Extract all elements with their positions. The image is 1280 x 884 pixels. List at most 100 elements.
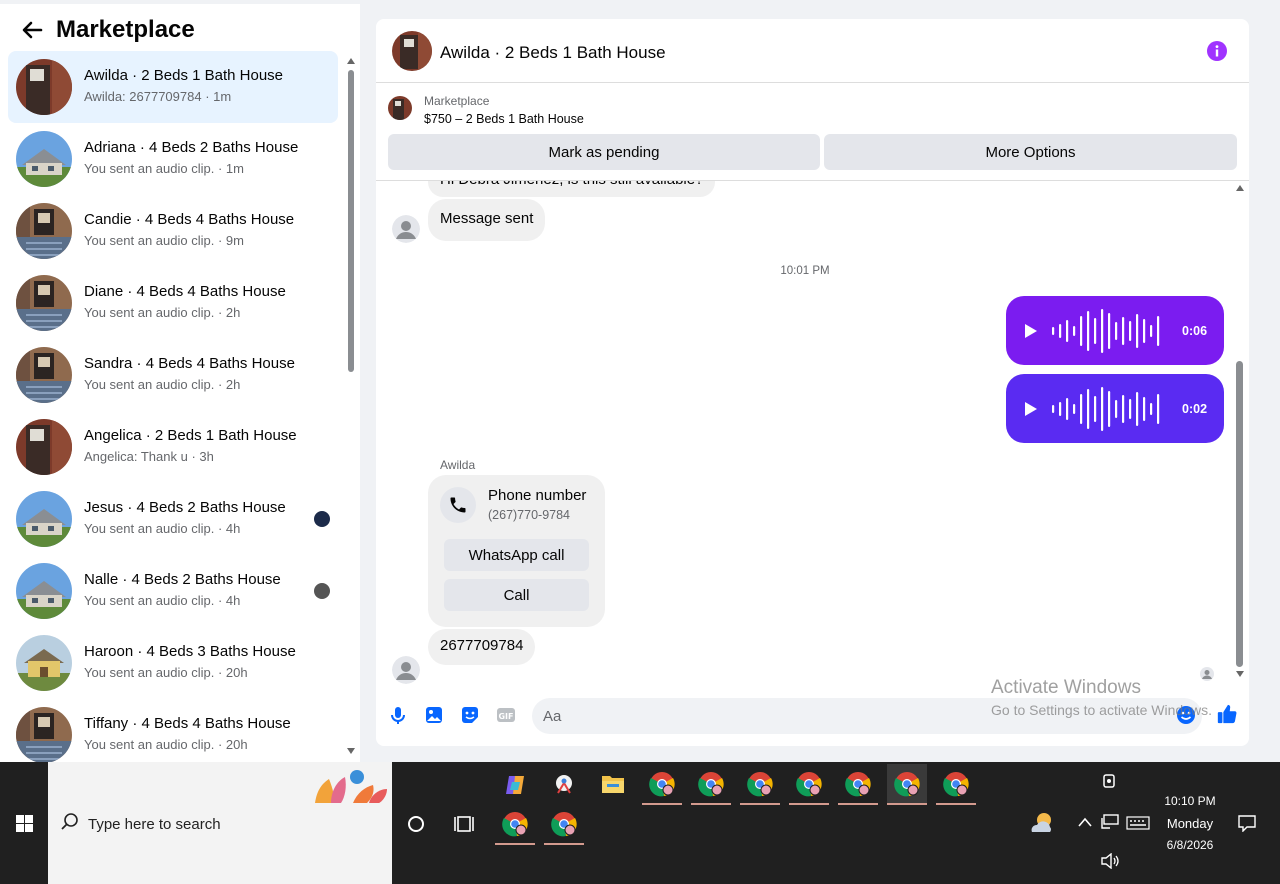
waveform-bar bbox=[1052, 327, 1055, 335]
chat-title[interactable]: Awilda · 2 Beds 1 Bath House bbox=[440, 43, 666, 63]
conversation-panel: Marketplace Awilda · 2 Beds 1 Bath House… bbox=[0, 4, 360, 762]
conversation-item[interactable]: Adriana · 4 Beds 2 Baths House You sent … bbox=[8, 123, 338, 195]
waveform-bar bbox=[1108, 313, 1111, 349]
volume-icon[interactable] bbox=[1100, 853, 1120, 869]
clock-day[interactable]: Monday bbox=[1160, 816, 1220, 831]
listing-thumbnail[interactable] bbox=[388, 96, 412, 120]
copilot-icon[interactable] bbox=[495, 764, 535, 804]
windows-taskbar: Type here to search 10:10 PM Monday 6/8/… bbox=[0, 762, 1280, 884]
waveform-bar bbox=[1101, 309, 1104, 353]
chrome-window-icon[interactable] bbox=[691, 764, 731, 805]
listing-title[interactable]: $750 – 2 Beds 1 Bath House bbox=[424, 112, 584, 126]
message-scrollbar[interactable] bbox=[1233, 181, 1249, 684]
chrome-window-icon[interactable] bbox=[936, 764, 976, 805]
chrome-window-icon[interactable] bbox=[740, 764, 780, 805]
mark-as-pending-button[interactable]: Mark as pending bbox=[388, 134, 820, 170]
weather-icon[interactable] bbox=[1028, 810, 1056, 836]
scrollbar-thumb[interactable] bbox=[1236, 361, 1243, 667]
play-icon[interactable] bbox=[1024, 324, 1038, 338]
conversation-item[interactable]: Angelica · 2 Beds 1 Bath House Angelica:… bbox=[8, 411, 338, 483]
sticker-icon[interactable] bbox=[460, 705, 480, 725]
chrome-window-icon[interactable] bbox=[789, 764, 829, 805]
meet-now-icon[interactable] bbox=[1101, 772, 1119, 790]
chrome-window-icon[interactable] bbox=[544, 804, 584, 845]
conversation-preview: Angelica: Thank u · 3h bbox=[84, 449, 214, 464]
more-options-button[interactable]: More Options bbox=[824, 134, 1237, 170]
waveform-bar bbox=[1136, 314, 1139, 348]
conversation-item[interactable]: Tiffany · 4 Beds 4 Baths House You sent … bbox=[8, 699, 338, 762]
waveform-bar bbox=[1129, 399, 1132, 419]
conversation-name: Candie · 4 Beds 4 Baths House bbox=[84, 211, 295, 228]
clock-time[interactable]: 10:10 PM bbox=[1160, 794, 1220, 808]
conversation-name: Adriana · 4 Beds 2 Baths House bbox=[84, 139, 299, 156]
timestamp-separator: 10:01 PM bbox=[780, 265, 830, 277]
waveform-bar bbox=[1108, 391, 1111, 427]
scroll-up-icon[interactable] bbox=[1236, 185, 1244, 191]
conversation-thumbnail bbox=[16, 347, 72, 403]
waveform-bar bbox=[1101, 387, 1104, 431]
conversation-item[interactable]: Awilda · 2 Beds 1 Bath House Awilda: 267… bbox=[8, 51, 338, 123]
scroll-up-icon[interactable] bbox=[347, 58, 355, 64]
conversation-name: Haroon · 4 Beds 3 Baths House bbox=[84, 643, 296, 660]
waveform-bar bbox=[1059, 324, 1062, 338]
chat-avatar[interactable] bbox=[392, 31, 432, 71]
waveform-bar bbox=[1087, 389, 1090, 429]
conversation-scrollbar[interactable] bbox=[346, 54, 356, 758]
chrome-window-icon[interactable] bbox=[495, 804, 535, 845]
sender-avatar[interactable] bbox=[392, 656, 420, 684]
taskbar-search[interactable]: Type here to search bbox=[48, 762, 392, 884]
conversation-thumbnail bbox=[16, 275, 72, 331]
snipping-tool-icon[interactable] bbox=[544, 764, 584, 804]
audio-message[interactable]: 0:06 bbox=[1006, 296, 1224, 365]
conversation-preview: You sent an audio clip. · 2h bbox=[84, 377, 241, 392]
sender-avatar[interactable] bbox=[392, 215, 420, 243]
waveform-bar bbox=[1059, 402, 1062, 416]
clock-date[interactable]: 6/8/2026 bbox=[1160, 838, 1220, 852]
keyboard-icon[interactable] bbox=[1126, 816, 1150, 830]
start-button[interactable] bbox=[0, 762, 48, 884]
chrome-window-icon[interactable] bbox=[887, 764, 927, 805]
panel-title: Marketplace bbox=[56, 16, 195, 43]
info-icon[interactable] bbox=[1207, 41, 1227, 61]
conversation-item[interactable]: Sandra · 4 Beds 4 Baths House You sent a… bbox=[8, 339, 338, 411]
waveform-bar bbox=[1115, 322, 1118, 340]
photo-icon[interactable] bbox=[424, 705, 444, 725]
audio-message[interactable]: 0:02 bbox=[1006, 374, 1224, 443]
conversation-thumbnail bbox=[16, 203, 72, 259]
seen-avatar bbox=[314, 583, 330, 599]
file-explorer-icon[interactable] bbox=[593, 764, 633, 804]
conversation-item[interactable]: Candie · 4 Beds 4 Baths House You sent a… bbox=[8, 195, 338, 267]
conversation-preview: You sent an audio clip. · 20h bbox=[84, 665, 248, 680]
task-view-icon[interactable] bbox=[454, 814, 474, 834]
network-icon[interactable] bbox=[1101, 814, 1119, 830]
listing-banner: Marketplace $750 – 2 Beds 1 Bath House M… bbox=[376, 83, 1249, 181]
conversation-preview: You sent an audio clip. · 4h bbox=[84, 521, 241, 536]
waveform-bar bbox=[1066, 398, 1069, 420]
conversation-item[interactable]: Haroon · 4 Beds 3 Baths House You sent a… bbox=[8, 627, 338, 699]
conversation-item[interactable]: Nalle · 4 Beds 2 Baths House You sent an… bbox=[8, 555, 338, 627]
waveform-bar bbox=[1080, 316, 1083, 346]
scroll-down-icon[interactable] bbox=[347, 748, 355, 754]
phone-icon-circle bbox=[440, 487, 476, 523]
conversation-item[interactable]: Jesus · 4 Beds 2 Baths House You sent an… bbox=[8, 483, 338, 555]
phone-icon bbox=[450, 497, 466, 513]
scroll-down-icon[interactable] bbox=[1236, 671, 1244, 677]
microphone-icon[interactable] bbox=[388, 705, 408, 725]
message-bubble: Message sent bbox=[428, 199, 546, 241]
call-button[interactable]: Call bbox=[444, 579, 589, 611]
gif-icon[interactable]: GIF bbox=[496, 705, 516, 725]
conversation-item[interactable]: Diane · 4 Beds 4 Baths House You sent an… bbox=[8, 267, 338, 339]
tray-chevron-up-icon[interactable] bbox=[1078, 817, 1092, 827]
scrollbar-thumb[interactable] bbox=[348, 70, 354, 372]
cortana-icon[interactable] bbox=[407, 815, 425, 833]
notification-center-icon[interactable] bbox=[1238, 814, 1256, 832]
back-arrow-icon[interactable] bbox=[20, 18, 44, 42]
chrome-window-icon[interactable] bbox=[838, 764, 878, 805]
chrome-window-icon[interactable] bbox=[642, 764, 682, 805]
like-thumb-icon[interactable] bbox=[1216, 703, 1238, 725]
conversation-name: Nalle · 4 Beds 2 Baths House bbox=[84, 571, 281, 588]
activate-windows-subtitle: Go to Settings to activate Windows. bbox=[991, 702, 1212, 718]
conversation-preview: Awilda: 2677709784 · 1m bbox=[84, 89, 232, 104]
whatsapp-call-button[interactable]: WhatsApp call bbox=[444, 539, 589, 571]
play-icon[interactable] bbox=[1024, 402, 1038, 416]
